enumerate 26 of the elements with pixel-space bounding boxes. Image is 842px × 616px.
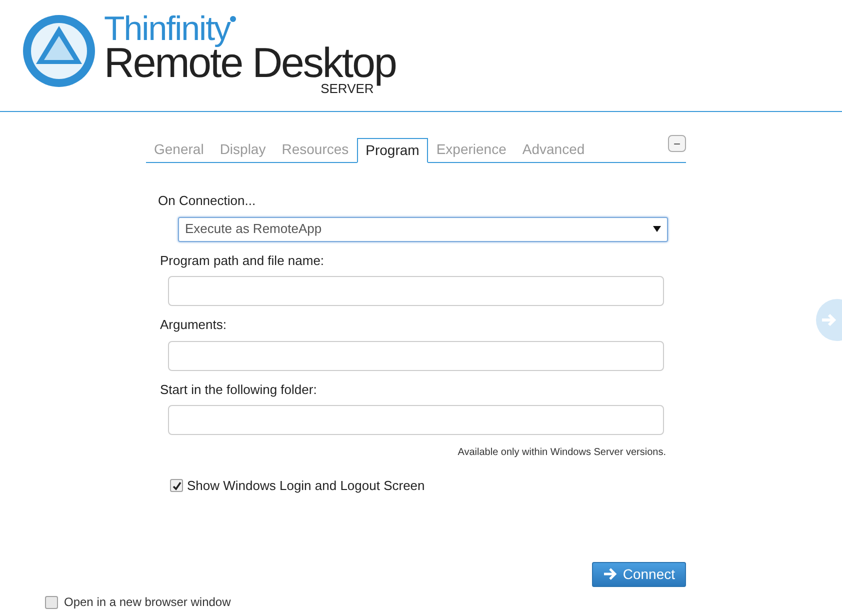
connection-select[interactable]: Execute as RemoteApp <box>178 216 668 242</box>
collapse-button[interactable]: − <box>668 135 686 152</box>
tab[interactable]: Advanced <box>514 137 593 162</box>
checkbox[interactable] <box>170 479 183 492</box>
logo-icon <box>20 12 98 90</box>
tab[interactable]: Program <box>356 138 428 163</box>
text-field[interactable] <box>168 340 664 370</box>
connect-button[interactable]: Connect <box>592 562 686 586</box>
checkbox-label: Open in a new browser window <box>64 594 231 611</box>
text-field[interactable] <box>168 405 664 435</box>
tab[interactable]: Experience <box>428 137 514 162</box>
dropdown-arrow-icon <box>653 226 661 232</box>
text-field[interactable] <box>168 276 664 306</box>
checkbox[interactable] <box>45 596 58 608</box>
checkbox-label: Show Windows Login and Logout Screen <box>187 477 425 495</box>
tab[interactable]: General <box>146 137 212 162</box>
availability-note: Available only within Windows Server versions. <box>458 446 666 460</box>
field-label: Arguments: <box>160 316 228 334</box>
tab[interactable]: Display <box>212 137 274 162</box>
arrow-right-icon <box>602 568 617 580</box>
tab[interactable]: Resources <box>274 137 357 162</box>
arrow-right-icon <box>821 313 837 327</box>
edition-label: SERVER <box>320 82 374 95</box>
field-label: Program path and file name: <box>160 252 326 270</box>
field-label: On Connection... <box>158 192 257 210</box>
field-label: Start in the following folder: <box>160 380 318 399</box>
